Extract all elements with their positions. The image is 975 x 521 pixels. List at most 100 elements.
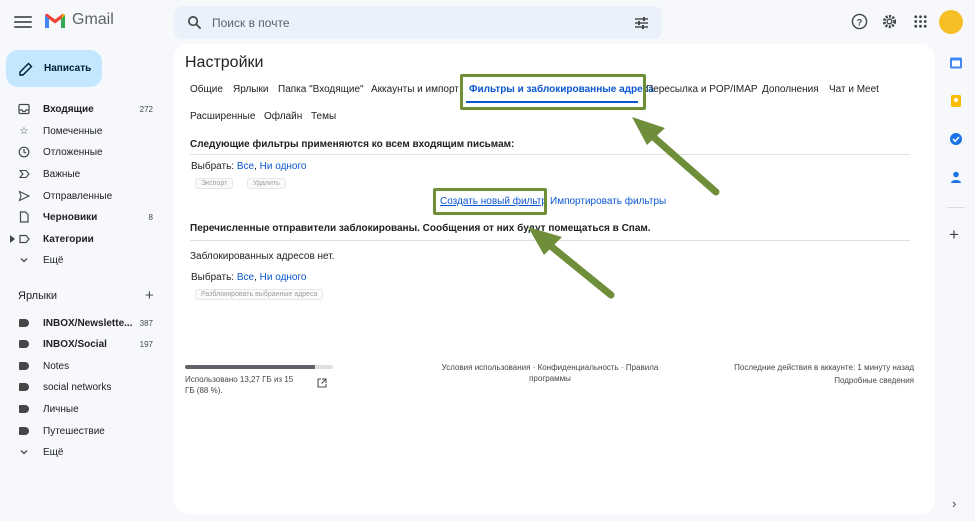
select-none-link[interactable]: Ни одного bbox=[260, 161, 307, 172]
send-icon bbox=[18, 190, 30, 202]
calendar-icon[interactable] bbox=[949, 56, 963, 70]
select-none-link[interactable]: Ни одного bbox=[260, 272, 307, 283]
sidebar-item-more[interactable]: Ещё bbox=[0, 250, 165, 270]
app-name: Gmail bbox=[72, 11, 114, 28]
label-name: Путешествие bbox=[43, 425, 105, 437]
label-tag-icon bbox=[18, 403, 30, 415]
tab-forwarding[interactable]: Пересылка и POP/IMAP bbox=[646, 84, 758, 95]
label-tag-icon bbox=[18, 338, 30, 350]
unread-count: 272 bbox=[139, 104, 153, 114]
tab-chat-meet[interactable]: Чат и Meet bbox=[829, 84, 879, 95]
page-title: Настройки bbox=[185, 54, 264, 71]
star-icon: ☆ bbox=[19, 125, 29, 137]
blocked-empty-text: Заблокированных адресов нет. bbox=[190, 251, 335, 262]
rbar-divider bbox=[947, 207, 965, 208]
arrow-to-create-filter bbox=[543, 239, 615, 299]
search-options-icon[interactable] bbox=[634, 16, 649, 30]
sidebar-item-starred[interactable]: ☆ Помеченные bbox=[0, 121, 165, 141]
add-label-icon[interactable]: + bbox=[145, 287, 154, 304]
draft-icon bbox=[18, 211, 30, 223]
select-all-link[interactable]: Все bbox=[237, 272, 254, 283]
label-name: INBOX/Social bbox=[43, 338, 107, 350]
label-name: social networks bbox=[43, 381, 112, 393]
sidebar-item-label: Отложенные bbox=[43, 146, 103, 158]
blocked-heading: Перечисленные отправители заблокированы.… bbox=[190, 223, 651, 234]
tab-accounts[interactable]: Аккаунты и импорт bbox=[371, 84, 459, 95]
expand-caret-icon[interactable] bbox=[10, 235, 15, 243]
label-item[interactable]: Путешествие bbox=[0, 421, 165, 441]
sidebar-item-important[interactable]: Важные bbox=[0, 164, 165, 184]
tab-addons[interactable]: Дополнения bbox=[762, 84, 819, 95]
tab-labels[interactable]: Ярлыки bbox=[233, 84, 268, 95]
sidebar-item-categories[interactable]: Категории bbox=[0, 229, 165, 249]
select-label: Выбрать: bbox=[191, 161, 235, 172]
important-icon bbox=[18, 168, 30, 180]
label-tag-icon bbox=[18, 425, 30, 437]
sidebar-item-sent[interactable]: Отправленные bbox=[0, 186, 165, 206]
sidebar-item-drafts[interactable]: Черновики 8 bbox=[0, 207, 165, 227]
compose-label: Написать bbox=[44, 63, 92, 74]
main-menu-icon[interactable] bbox=[14, 13, 32, 31]
open-external-icon[interactable] bbox=[317, 378, 327, 388]
chevron-down-icon bbox=[18, 446, 30, 458]
account-avatar[interactable] bbox=[939, 10, 963, 34]
sidebar-item-label: Отправленные bbox=[43, 190, 113, 202]
label-tag-icon bbox=[18, 381, 30, 393]
label-count: 197 bbox=[139, 339, 153, 349]
chevron-down-icon bbox=[18, 254, 30, 266]
tab-offline[interactable]: Офлайн bbox=[264, 111, 302, 122]
sidebar-item-snoozed[interactable]: Отложенные bbox=[0, 142, 165, 162]
activity-details-link[interactable]: Подробные сведения bbox=[734, 375, 914, 386]
search-icon[interactable] bbox=[187, 15, 202, 30]
unblock-button[interactable]: Разблокировать выбранные адреса bbox=[195, 289, 324, 300]
label-tag-icon bbox=[18, 360, 30, 372]
export-button[interactable]: Экспорт bbox=[195, 178, 234, 189]
pencil-icon bbox=[19, 62, 33, 76]
label-count: 387 bbox=[139, 318, 153, 328]
label-item[interactable]: social networks bbox=[0, 377, 165, 397]
tab-inbox[interactable]: Папка "Входящие" bbox=[278, 84, 364, 95]
gmail-logo[interactable]: Gmail bbox=[44, 11, 114, 29]
label-name: Notes bbox=[43, 360, 70, 372]
labels-more[interactable]: Ещё bbox=[0, 442, 165, 462]
search-input[interactable] bbox=[212, 12, 612, 33]
svg-text:?: ? bbox=[857, 17, 863, 28]
search-bar[interactable] bbox=[174, 6, 662, 39]
divider bbox=[190, 240, 910, 241]
contacts-icon[interactable] bbox=[949, 170, 963, 184]
apps-grid-icon[interactable] bbox=[912, 13, 929, 30]
tasks-icon[interactable] bbox=[949, 132, 963, 146]
add-addon-icon[interactable]: + bbox=[949, 225, 959, 245]
sidebar-item-inbox[interactable]: Входящие 272 bbox=[0, 99, 165, 119]
label-item[interactable]: INBOX/Newslette... 387 bbox=[0, 313, 165, 333]
tab-general[interactable]: Общие bbox=[190, 84, 223, 95]
footer-terms[interactable]: Условия использования · Конфиденциальнос… bbox=[436, 362, 664, 384]
compose-button[interactable]: Написать bbox=[6, 50, 102, 87]
keep-icon[interactable] bbox=[949, 94, 963, 108]
storage-bar bbox=[185, 365, 333, 369]
label-item[interactable]: Личные bbox=[0, 399, 165, 419]
tab-advanced[interactable]: Расширенные bbox=[190, 111, 255, 122]
draft-count: 8 bbox=[148, 212, 153, 222]
label-item[interactable]: INBOX/Social 197 bbox=[0, 334, 165, 354]
storage-fill bbox=[185, 365, 316, 369]
create-filter-highlight-box bbox=[433, 188, 547, 215]
settings-gear-icon[interactable] bbox=[881, 13, 898, 30]
expand-panel-icon[interactable]: › bbox=[952, 496, 956, 511]
select-all-link[interactable]: Все bbox=[237, 161, 254, 172]
category-icon bbox=[18, 233, 30, 245]
delete-button[interactable]: Удалить bbox=[247, 178, 286, 189]
app-header: Gmail ? bbox=[0, 0, 975, 44]
divider bbox=[190, 154, 910, 155]
label-name: Личные bbox=[43, 403, 79, 415]
filters-heading: Следующие фильтры применяются ко всем вх… bbox=[190, 139, 515, 150]
sidebar-item-label: Важные bbox=[43, 168, 81, 180]
tab-themes[interactable]: Темы bbox=[311, 111, 336, 122]
sidebar-item-label: Черновики bbox=[43, 211, 98, 223]
label-item[interactable]: Notes bbox=[0, 356, 165, 376]
import-filters-link[interactable]: Импортировать фильтры bbox=[550, 196, 666, 207]
labels-more-label: Ещё bbox=[43, 446, 64, 458]
clock-icon bbox=[18, 146, 30, 158]
help-icon[interactable]: ? bbox=[851, 13, 868, 30]
sidebar-item-label: Помеченные bbox=[43, 125, 103, 137]
